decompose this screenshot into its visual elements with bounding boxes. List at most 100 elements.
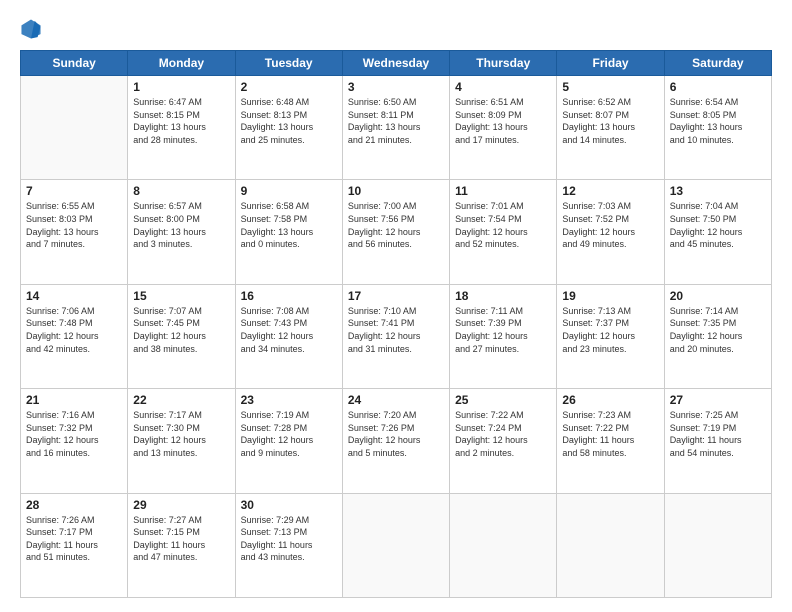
day-number: 30 (241, 498, 337, 512)
week-row-3: 14 Sunrise: 7:06 AM Sunset: 7:48 PM Dayli… (21, 284, 772, 388)
calendar-cell: 30 Sunrise: 7:29 AM Sunset: 7:13 PM Dayli… (235, 493, 342, 597)
calendar-cell: 12 Sunrise: 7:03 AM Sunset: 7:52 PM Dayli… (557, 180, 664, 284)
calendar-cell: 1 Sunrise: 6:47 AM Sunset: 8:15 PM Daylig… (128, 76, 235, 180)
day-info: Sunrise: 7:27 AM Sunset: 7:15 PM Dayligh… (133, 514, 229, 564)
day-number: 29 (133, 498, 229, 512)
weekday-tuesday: Tuesday (235, 51, 342, 76)
week-row-1: 1 Sunrise: 6:47 AM Sunset: 8:15 PM Daylig… (21, 76, 772, 180)
day-number: 11 (455, 184, 551, 198)
calendar-cell: 3Sunrise: 6:50 AM Sunset: 8:11 PM Daylig… (342, 76, 449, 180)
day-number: 24 (348, 393, 444, 407)
day-info: Sunrise: 7:13 AM Sunset: 7:37 PM Dayligh… (562, 305, 658, 355)
day-info: Sunrise: 6:55 AM Sunset: 8:03 PM Dayligh… (26, 200, 122, 250)
day-info: Sunrise: 7:06 AM Sunset: 7:48 PM Dayligh… (26, 305, 122, 355)
day-info: Sunrise: 6:52 AM Sunset: 8:07 PM Dayligh… (562, 96, 658, 146)
day-number: 8 (133, 184, 229, 198)
calendar-cell (342, 493, 449, 597)
day-number: 5 (562, 80, 658, 94)
calendar-cell: 29 Sunrise: 7:27 AM Sunset: 7:15 PM Dayli… (128, 493, 235, 597)
calendar-cell: 10Sunrise: 7:00 AM Sunset: 7:56 PM Dayli… (342, 180, 449, 284)
day-number: 6 (670, 80, 766, 94)
day-number: 19 (562, 289, 658, 303)
calendar-cell: 20 Sunrise: 7:14 AM Sunset: 7:35 PM Dayli… (664, 284, 771, 388)
calendar-cell: 27 Sunrise: 7:25 AM Sunset: 7:19 PM Dayli… (664, 389, 771, 493)
calendar-cell: 22Sunrise: 7:17 AM Sunset: 7:30 PM Dayli… (128, 389, 235, 493)
calendar-cell: 17Sunrise: 7:10 AM Sunset: 7:41 PM Dayli… (342, 284, 449, 388)
day-number: 23 (241, 393, 337, 407)
calendar-cell: 8 Sunrise: 6:57 AM Sunset: 8:00 PM Daylig… (128, 180, 235, 284)
day-info: Sunrise: 7:25 AM Sunset: 7:19 PM Dayligh… (670, 409, 766, 459)
calendar-cell: 7 Sunrise: 6:55 AM Sunset: 8:03 PM Daylig… (21, 180, 128, 284)
day-info: Sunrise: 7:07 AM Sunset: 7:45 PM Dayligh… (133, 305, 229, 355)
day-number: 1 (133, 80, 229, 94)
day-number: 27 (670, 393, 766, 407)
day-info: Sunrise: 6:48 AM Sunset: 8:13 PM Dayligh… (241, 96, 337, 146)
calendar-cell: 4Sunrise: 6:51 AM Sunset: 8:09 PM Daylig… (450, 76, 557, 180)
header (20, 18, 772, 40)
calendar-table: SundayMondayTuesdayWednesdayThursdayFrid… (20, 50, 772, 598)
day-info: Sunrise: 7:16 AM Sunset: 7:32 PM Dayligh… (26, 409, 122, 459)
day-info: Sunrise: 6:58 AM Sunset: 7:58 PM Dayligh… (241, 200, 337, 250)
calendar-cell: 26 Sunrise: 7:23 AM Sunset: 7:22 PM Dayli… (557, 389, 664, 493)
calendar-cell: 19 Sunrise: 7:13 AM Sunset: 7:37 PM Dayli… (557, 284, 664, 388)
day-number: 14 (26, 289, 122, 303)
day-number: 15 (133, 289, 229, 303)
day-info: Sunrise: 7:10 AM Sunset: 7:41 PM Dayligh… (348, 305, 444, 355)
day-number: 21 (26, 393, 122, 407)
weekday-saturday: Saturday (664, 51, 771, 76)
day-info: Sunrise: 7:20 AM Sunset: 7:26 PM Dayligh… (348, 409, 444, 459)
day-info: Sunrise: 7:04 AM Sunset: 7:50 PM Dayligh… (670, 200, 766, 250)
day-number: 25 (455, 393, 551, 407)
calendar-cell: 23 Sunrise: 7:19 AM Sunset: 7:28 PM Dayli… (235, 389, 342, 493)
day-info: Sunrise: 6:47 AM Sunset: 8:15 PM Dayligh… (133, 96, 229, 146)
calendar-cell: 2 Sunrise: 6:48 AM Sunset: 8:13 PM Daylig… (235, 76, 342, 180)
calendar-cell: 15 Sunrise: 7:07 AM Sunset: 7:45 PM Dayli… (128, 284, 235, 388)
weekday-thursday: Thursday (450, 51, 557, 76)
day-info: Sunrise: 7:08 AM Sunset: 7:43 PM Dayligh… (241, 305, 337, 355)
day-info: Sunrise: 7:23 AM Sunset: 7:22 PM Dayligh… (562, 409, 658, 459)
day-info: Sunrise: 7:00 AM Sunset: 7:56 PM Dayligh… (348, 200, 444, 250)
calendar-cell: 9 Sunrise: 6:58 AM Sunset: 7:58 PM Daylig… (235, 180, 342, 284)
week-row-4: 21 Sunrise: 7:16 AM Sunset: 7:32 PM Dayli… (21, 389, 772, 493)
week-row-2: 7 Sunrise: 6:55 AM Sunset: 8:03 PM Daylig… (21, 180, 772, 284)
day-number: 28 (26, 498, 122, 512)
weekday-sunday: Sunday (21, 51, 128, 76)
calendar-cell: 6 Sunrise: 6:54 AM Sunset: 8:05 PM Daylig… (664, 76, 771, 180)
day-number: 26 (562, 393, 658, 407)
week-row-5: 28Sunrise: 7:26 AM Sunset: 7:17 PM Dayli… (21, 493, 772, 597)
day-info: Sunrise: 6:57 AM Sunset: 8:00 PM Dayligh… (133, 200, 229, 250)
day-number: 20 (670, 289, 766, 303)
calendar-cell: 18 Sunrise: 7:11 AM Sunset: 7:39 PM Dayli… (450, 284, 557, 388)
day-info: Sunrise: 7:11 AM Sunset: 7:39 PM Dayligh… (455, 305, 551, 355)
page: SundayMondayTuesdayWednesdayThursdayFrid… (0, 0, 792, 612)
day-info: Sunrise: 6:50 AM Sunset: 8:11 PM Dayligh… (348, 96, 444, 146)
day-info: Sunrise: 7:01 AM Sunset: 7:54 PM Dayligh… (455, 200, 551, 250)
calendar-cell: 14 Sunrise: 7:06 AM Sunset: 7:48 PM Dayli… (21, 284, 128, 388)
calendar-cell: 13Sunrise: 7:04 AM Sunset: 7:50 PM Dayli… (664, 180, 771, 284)
calendar-cell: 24 Sunrise: 7:20 AM Sunset: 7:26 PM Dayli… (342, 389, 449, 493)
weekday-wednesday: Wednesday (342, 51, 449, 76)
day-number: 7 (26, 184, 122, 198)
day-info: Sunrise: 7:14 AM Sunset: 7:35 PM Dayligh… (670, 305, 766, 355)
day-info: Sunrise: 7:19 AM Sunset: 7:28 PM Dayligh… (241, 409, 337, 459)
day-number: 9 (241, 184, 337, 198)
weekday-monday: Monday (128, 51, 235, 76)
day-number: 2 (241, 80, 337, 94)
day-info: Sunrise: 7:22 AM Sunset: 7:24 PM Dayligh… (455, 409, 551, 459)
day-number: 4 (455, 80, 551, 94)
day-number: 22 (133, 393, 229, 407)
logo (20, 18, 46, 40)
day-info: Sunrise: 7:29 AM Sunset: 7:13 PM Dayligh… (241, 514, 337, 564)
calendar-cell: 25 Sunrise: 7:22 AM Sunset: 7:24 PM Dayli… (450, 389, 557, 493)
calendar-cell (557, 493, 664, 597)
day-info: Sunrise: 7:03 AM Sunset: 7:52 PM Dayligh… (562, 200, 658, 250)
day-info: Sunrise: 6:54 AM Sunset: 8:05 PM Dayligh… (670, 96, 766, 146)
calendar-cell (450, 493, 557, 597)
weekday-header-row: SundayMondayTuesdayWednesdayThursdayFrid… (21, 51, 772, 76)
day-number: 12 (562, 184, 658, 198)
calendar-cell (21, 76, 128, 180)
weekday-friday: Friday (557, 51, 664, 76)
calendar-cell: 21 Sunrise: 7:16 AM Sunset: 7:32 PM Dayli… (21, 389, 128, 493)
day-number: 18 (455, 289, 551, 303)
calendar-cell: 16Sunrise: 7:08 AM Sunset: 7:43 PM Dayli… (235, 284, 342, 388)
